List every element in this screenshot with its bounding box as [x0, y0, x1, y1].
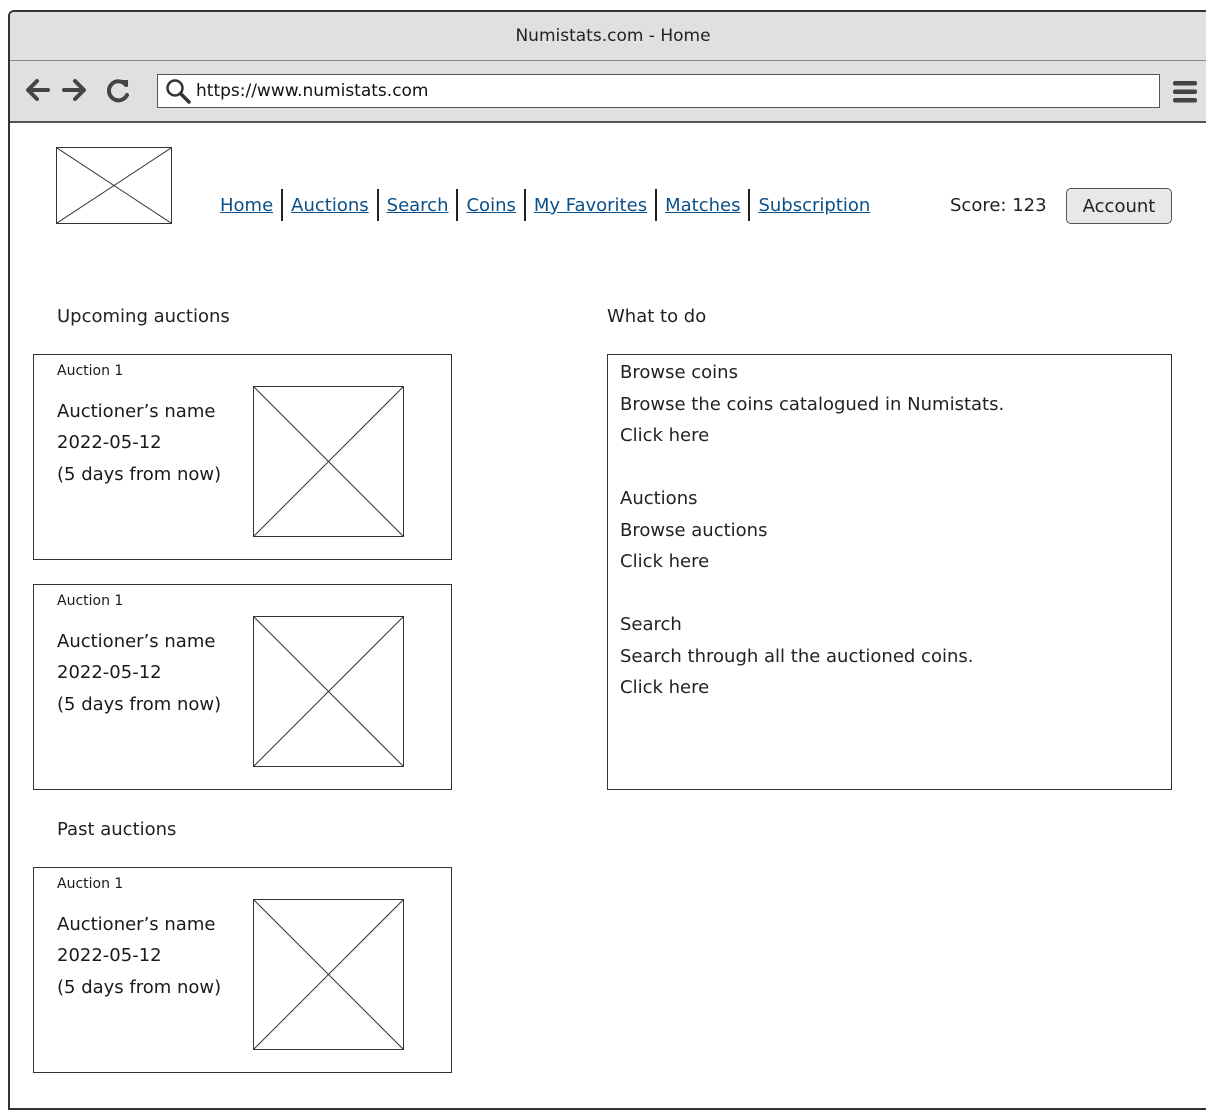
auction-title: Auction 1 — [57, 876, 124, 892]
auction-card[interactable]: Auction 1 Auctioner’s name 2022-05-12 (5… — [33, 354, 452, 560]
auction-relative-date: (5 days from now) — [57, 464, 222, 485]
reload-icon[interactable] — [103, 75, 133, 105]
logo-placeholder — [56, 147, 172, 224]
browse-auctions-link[interactable]: Click here — [620, 551, 709, 572]
todo-description: Browse the coins catalogued in Numistats… — [620, 394, 1005, 415]
todo-heading-browse-coins: Browse coins — [620, 362, 738, 383]
search-link[interactable]: Click here — [620, 677, 709, 698]
what-to-do-heading: What to do — [607, 306, 707, 327]
todo-description: Search through all the auctioned coins. — [620, 646, 974, 667]
browse-coins-link[interactable]: Click here — [620, 425, 709, 446]
what-to-do-panel: Browse coins Browse the coins catalogued… — [607, 354, 1172, 790]
auction-date: 2022-05-12 — [57, 432, 162, 453]
score-display: Score: 123 — [950, 195, 1047, 216]
nav-link-search[interactable]: Search — [379, 195, 457, 216]
nav-link-subscription[interactable]: Subscription — [750, 195, 878, 216]
auction-image-placeholder — [253, 899, 404, 1050]
forward-arrow-icon[interactable] — [60, 75, 90, 105]
auctioneer-name: Auctioner’s name — [57, 401, 216, 422]
nav-link-matches[interactable]: Matches — [657, 195, 748, 216]
past-auctions-heading: Past auctions — [57, 819, 177, 840]
nav-link-auctions[interactable]: Auctions — [283, 195, 376, 216]
url-input[interactable] — [194, 80, 1098, 102]
auctioneer-name: Auctioner’s name — [57, 914, 216, 935]
todo-heading-auctions: Auctions — [620, 488, 698, 509]
todo-heading-search: Search — [620, 614, 682, 635]
upcoming-auctions-heading: Upcoming auctions — [57, 306, 230, 327]
nav-link-my-favorites[interactable]: My Favorites — [526, 195, 655, 216]
image-placeholder-icon — [254, 387, 403, 536]
auction-card[interactable]: Auction 1 Auctioner’s name 2022-05-12 (5… — [33, 584, 452, 790]
auction-relative-date: (5 days from now) — [57, 694, 222, 715]
address-bar[interactable] — [157, 74, 1160, 108]
image-placeholder-icon — [254, 617, 403, 766]
auctioneer-name: Auctioner’s name — [57, 631, 216, 652]
auction-image-placeholder — [253, 386, 404, 537]
hamburger-menu-icon[interactable] — [1172, 79, 1198, 105]
auction-title: Auction 1 — [57, 593, 124, 609]
browser-toolbar — [10, 61, 1206, 123]
todo-description: Browse auctions — [620, 520, 768, 541]
auction-title: Auction 1 — [57, 363, 124, 379]
image-placeholder-icon — [57, 148, 171, 223]
auction-image-placeholder — [253, 616, 404, 767]
window-title: Numistats.com - Home — [10, 12, 1206, 61]
auction-relative-date: (5 days from now) — [57, 977, 222, 998]
auction-date: 2022-05-12 — [57, 945, 162, 966]
back-arrow-icon[interactable] — [22, 75, 52, 105]
image-placeholder-icon — [254, 900, 403, 1049]
nav-link-home[interactable]: Home — [212, 195, 281, 216]
auction-card[interactable]: Auction 1 Auctioner’s name 2022-05-12 (5… — [33, 867, 452, 1073]
account-button[interactable]: Account — [1066, 188, 1172, 224]
nav-link-coins[interactable]: Coins — [458, 195, 523, 216]
auction-date: 2022-05-12 — [57, 662, 162, 683]
main-navigation: Home Auctions Search Coins My Favorites … — [212, 187, 878, 223]
search-icon — [166, 79, 191, 104]
